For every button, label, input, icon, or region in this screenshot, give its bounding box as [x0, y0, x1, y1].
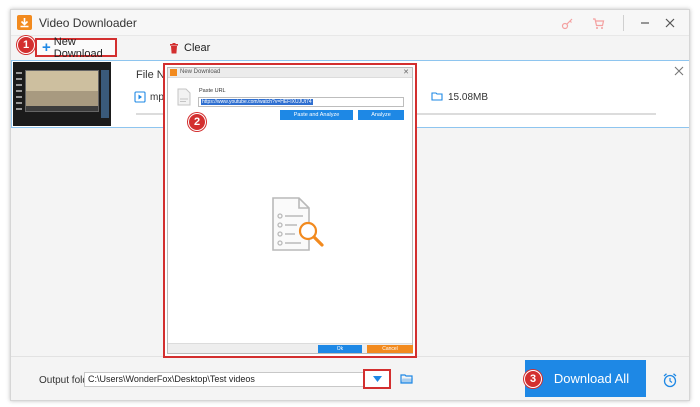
trash-icon — [170, 42, 178, 53]
ok-button[interactable]: Ok — [318, 345, 362, 353]
output-folder-field[interactable]: C:\Users\WonderFox\Desktop\Test videos — [84, 372, 378, 387]
folder-icon — [431, 92, 443, 101]
url-value: https://www.youtube.com/watch?v=HEFIXUJU… — [201, 99, 313, 105]
dialog-title: New Download — [180, 69, 221, 75]
minimize-icon[interactable] — [637, 15, 653, 31]
step-badge-1: 1 — [17, 36, 35, 54]
url-document-icon — [177, 88, 191, 106]
analyze-button[interactable]: Analyze — [358, 110, 404, 120]
video-file-icon — [134, 91, 146, 103]
analyze-document-icon — [272, 197, 324, 251]
dialog-logo-icon — [170, 69, 177, 76]
paste-and-analyze-button[interactable]: Paste and Analyze — [280, 110, 353, 120]
download-logo-icon — [17, 15, 32, 30]
title-bar: Video Downloader — [11, 10, 689, 36]
output-folder-dropdown[interactable] — [363, 369, 391, 389]
new-download-dialog: New Download ✕ Paste URL https://www.you… — [163, 63, 417, 358]
open-folder-icon[interactable] — [400, 373, 414, 385]
close-icon[interactable] — [662, 15, 678, 31]
url-input[interactable]: https://www.youtube.com/watch?v=HEFIXUJU… — [198, 97, 404, 107]
dialog-close-icon[interactable]: ✕ — [403, 69, 409, 76]
step-badge-2: 2 — [188, 113, 206, 131]
download-all-button[interactable]: Download All — [525, 360, 646, 397]
dialog-footer: Ok Cancel — [168, 343, 413, 353]
window-title: Video Downloader — [39, 16, 137, 30]
plus-icon: + — [42, 39, 51, 56]
dialog-title-bar: New Download ✕ — [168, 68, 412, 78]
step-badge-3: 3 — [524, 370, 542, 388]
new-download-label: New Download — [53, 35, 103, 60]
toolbar: + New Download Clear — [11, 36, 689, 60]
paste-url-label: Paste URL — [199, 88, 226, 94]
key-icon[interactable] — [559, 15, 575, 31]
file-size-value: 15.08MB — [448, 92, 489, 103]
new-download-button[interactable]: + New Download — [35, 35, 117, 60]
cart-icon[interactable] — [590, 15, 606, 31]
clear-label: Clear — [184, 42, 211, 54]
alarm-clock-icon[interactable] — [662, 372, 678, 388]
chevron-down-icon — [372, 376, 382, 382]
title-bar-divider — [623, 15, 624, 31]
video-thumbnail — [13, 62, 111, 126]
clear-button[interactable]: Clear — [169, 41, 210, 55]
cancel-button[interactable]: Cancel — [367, 345, 413, 353]
bottom-bar: Output folder: C:\Users\WonderFox\Deskto… — [11, 356, 689, 400]
remove-task-icon[interactable] — [674, 66, 684, 76]
